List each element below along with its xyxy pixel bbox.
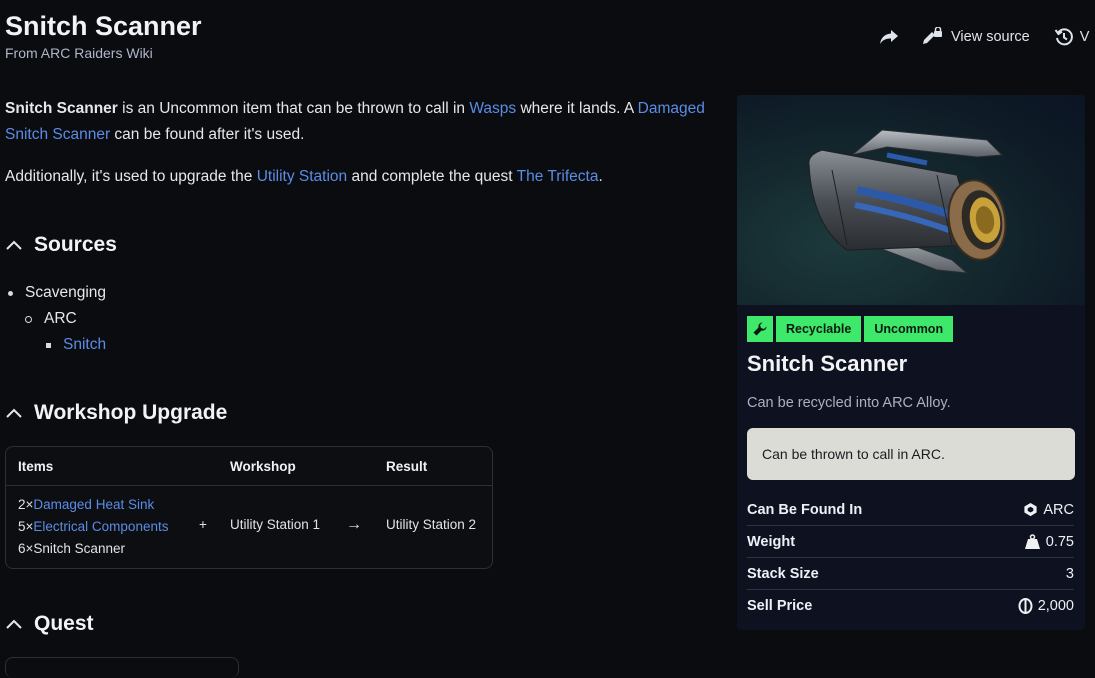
workshop-upgrade-table: Items Workshop Result 2×Damaged Heat Sin…: [5, 446, 493, 569]
section-toggle-workshop[interactable]: Workshop Upgrade: [5, 401, 227, 425]
lock-pencil-icon: [923, 27, 942, 44]
view-source-button[interactable]: View source: [921, 27, 1030, 47]
intro-text: where it lands. A: [516, 100, 638, 117]
intro-content: Snitch Scanner is an Uncommon item that …: [5, 93, 720, 206]
stat-value: 0.75: [1024, 534, 1074, 550]
stat-row-sell-price: Sell Price 2,000: [747, 590, 1074, 621]
stat-value: ARC: [1023, 502, 1074, 518]
column-header-result: Result: [386, 458, 428, 474]
item-name-bold: Snitch Scanner: [5, 100, 118, 117]
bullet-circle-icon: [25, 315, 32, 323]
intro-paragraph-2: Additionally, it's used to upgrade the U…: [5, 164, 720, 190]
item-stats: Can Be Found In ARC Weight 0.75 Stack Si…: [747, 494, 1074, 621]
stat-row-weight: Weight 0.75: [747, 526, 1074, 558]
list-item: ARC: [5, 306, 106, 332]
page-actions: View source V: [875, 24, 1089, 50]
link-wasps[interactable]: Wasps: [469, 100, 516, 117]
quest-table: [5, 657, 239, 678]
table-row: 2×Damaged Heat Sink 5×Electrical Compone…: [6, 486, 492, 568]
item-qty: 2×: [18, 497, 34, 512]
weight-icon: [1024, 533, 1040, 549]
item-callout: Can be thrown to call in ARC.: [747, 428, 1075, 480]
link-the-trifecta[interactable]: The Trifecta: [517, 168, 599, 185]
link-utility-station[interactable]: Utility Station: [257, 168, 347, 185]
view-source-label: View source: [951, 29, 1030, 45]
stat-label: Sell Price: [747, 597, 813, 614]
stat-label: Stack Size: [747, 565, 819, 582]
plus-symbol: +: [199, 517, 207, 532]
item-qty: 5×: [18, 519, 34, 534]
required-item: 6×Snitch Scanner: [18, 538, 168, 560]
stat-label: Weight: [747, 533, 796, 550]
link-electrical-components[interactable]: Electrical Components: [33, 519, 168, 534]
item-infobox: Recyclable Uncommon Snitch Scanner Can b…: [737, 95, 1085, 630]
result-value: Utility Station 2: [386, 517, 477, 532]
infobox-title: Snitch Scanner: [747, 351, 908, 376]
snitch-scanner-image: [808, 129, 1007, 274]
intro-text: is an Uncommon item that can be thrown t…: [117, 100, 470, 117]
tag-rarity: Uncommon: [864, 316, 954, 342]
table-header-row: Items Workshop Result: [6, 447, 492, 486]
page-subtitle: From ARC Raiders Wiki: [5, 45, 153, 61]
intro-text: Additionally, it's used to upgrade the: [5, 168, 257, 185]
required-items: 2×Damaged Heat Sink 5×Electrical Compone…: [18, 494, 168, 560]
share-icon: [880, 30, 898, 44]
column-header-items: Items: [18, 458, 54, 474]
column-header-workshop: Workshop: [230, 458, 296, 474]
required-item: 5×Electrical Components: [18, 516, 168, 538]
arrow-right-icon: →: [346, 516, 362, 533]
list-item: Snitch: [5, 332, 106, 358]
bullet-square-icon: [46, 342, 51, 348]
item-qty: 6×: [18, 541, 34, 556]
link-damaged-heat-sink[interactable]: Damaged Heat Sink: [33, 497, 154, 512]
required-item: 2×Damaged Heat Sink: [18, 494, 168, 516]
page-header: Snitch Scanner From ARC Raiders Wiki: [5, 10, 202, 61]
weight-value: 0.75: [1045, 533, 1074, 550]
page-title: Snitch Scanner: [5, 11, 202, 41]
stack-size-value: 3: [1065, 565, 1074, 582]
recycle-description: Can be recycled into ARC Alloy.: [747, 395, 951, 411]
workshop-value: Utility Station 1: [230, 517, 321, 532]
sources-list: Scavenging ARC Snitch: [5, 280, 106, 358]
section-toggle-sources[interactable]: Sources: [5, 233, 117, 257]
link-snitch[interactable]: Snitch: [63, 332, 106, 358]
intro-text: .: [598, 168, 603, 185]
wrench-icon: [747, 316, 773, 342]
chevron-up-icon: [6, 240, 22, 250]
source-arc: ARC: [44, 310, 77, 327]
coin-icon: [1018, 597, 1033, 614]
section-title-sources: Sources: [34, 233, 117, 256]
sell-price-value: 2,000: [1037, 597, 1074, 614]
chevron-up-icon: [6, 619, 22, 629]
tag-recyclable: Recyclable: [776, 316, 862, 342]
list-item: Scavenging: [5, 280, 106, 306]
intro-text: can be found after it's used.: [110, 126, 305, 143]
item-name: Snitch Scanner: [33, 541, 125, 556]
item-image: [737, 95, 1085, 305]
found-in-value: ARC: [1043, 501, 1074, 518]
history-icon: [1054, 28, 1073, 46]
chevron-up-icon: [6, 408, 22, 418]
section-toggle-quest[interactable]: Quest: [5, 612, 94, 636]
intro-paragraph-1: Snitch Scanner is an Uncommon item that …: [5, 96, 720, 148]
stat-row-found-in: Can Be Found In ARC: [747, 494, 1074, 526]
arc-icon: [1024, 502, 1037, 517]
stat-row-stack-size: Stack Size 3: [747, 558, 1074, 590]
intro-text: and complete the quest: [347, 168, 517, 185]
source-scavenging: Scavenging: [25, 284, 107, 301]
section-title-quest: Quest: [34, 612, 94, 635]
history-button[interactable]: V: [1054, 27, 1090, 47]
stat-value: 3: [1066, 566, 1074, 582]
item-tags: Recyclable Uncommon: [747, 316, 956, 342]
section-title-workshop: Workshop Upgrade: [34, 401, 228, 424]
share-button[interactable]: [875, 24, 903, 50]
stat-value: 2,000: [1018, 597, 1074, 614]
history-label: V: [1079, 29, 1090, 45]
bullet-icon: [8, 290, 13, 296]
stat-label: Can Be Found In: [747, 501, 863, 518]
